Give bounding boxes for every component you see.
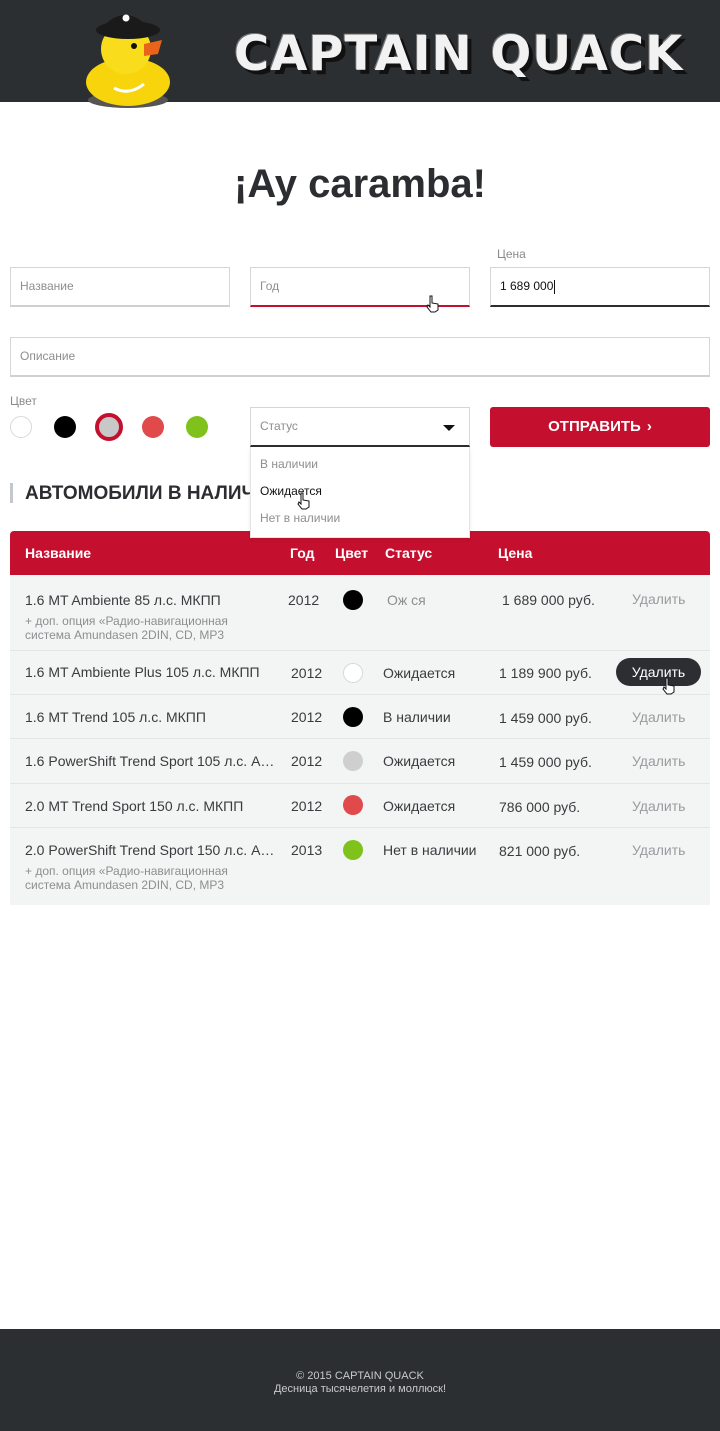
column-header-name[interactable]: Название: [25, 545, 91, 561]
car-color-dot: [343, 707, 363, 727]
duck-mascot-icon: [86, 14, 170, 108]
car-price: 1 459 000 руб.: [499, 754, 592, 770]
price-value: 1 689 000: [500, 279, 554, 293]
color-swatch-green[interactable]: [186, 416, 208, 438]
car-status: Ожидается: [383, 753, 456, 769]
hand-cursor-icon: [297, 492, 310, 510]
car-price: 821 000 руб.: [499, 843, 581, 859]
delete-button[interactable]: Удалить: [632, 753, 685, 769]
column-header-status[interactable]: Статус: [385, 545, 432, 561]
status-select[interactable]: Статус: [250, 407, 470, 447]
car-status: Ожидается: [383, 798, 456, 814]
color-swatch-white[interactable]: [10, 416, 32, 438]
car-price: 1 189 900 руб.: [499, 665, 592, 681]
table-row: 1.6 PowerShift Trend Sport 105 л.с. АКПП…: [10, 739, 710, 784]
delete-button[interactable]: Удалить: [632, 591, 685, 607]
page-title: ¡Ay caramba!: [234, 162, 486, 206]
column-header-color[interactable]: Цвет: [335, 545, 368, 561]
car-name: 1.6 PowerShift Trend Sport 105 л.с. АКПП: [25, 753, 282, 769]
column-header-price[interactable]: Цена: [498, 545, 532, 561]
description-field[interactable]: Описание: [10, 337, 710, 377]
site-footer: © 2015 CAPTAIN QUACK Десница тысячелетия…: [0, 1329, 720, 1431]
status-dropdown: В наличии Ожидается Нет в наличии: [250, 447, 470, 538]
car-year: 2012: [291, 665, 323, 681]
price-label: Цена: [497, 247, 526, 261]
car-status: Ожидается: [383, 665, 456, 681]
logo[interactable]: CAPTAIN QUACK: [84, 4, 682, 110]
car-option-note: + доп. опция «Радио-навигационная систем…: [25, 864, 228, 892]
column-header-year[interactable]: Год: [290, 545, 315, 561]
submit-button[interactable]: ОТПРАВИТЬ ›: [490, 407, 710, 447]
delete-button[interactable]: Удалить: [632, 842, 685, 858]
status-option-unavailable[interactable]: Нет в наличии: [260, 511, 340, 525]
car-name: 1.6 MT Ambiente Plus 105 л.с. МКПП: [25, 664, 260, 680]
table-row: 2.0 MT Trend Sport 150 л.с. МКПП 2012 Ож…: [10, 784, 710, 828]
car-status: Ож ся: [387, 592, 426, 608]
car-year: 2012: [288, 592, 320, 608]
status-option-expected[interactable]: Ожидается: [260, 484, 322, 498]
hand-cursor-icon: [426, 295, 439, 313]
color-swatch-gray-selected[interactable]: [95, 413, 123, 441]
color-swatch-black[interactable]: [54, 416, 76, 438]
color-swatch-red[interactable]: [142, 416, 164, 438]
site-header: CAPTAIN QUACK: [0, 0, 720, 108]
car-name: 2.0 MT Trend Sport 150 л.с. МКПП: [25, 798, 244, 814]
table-row: 1.6 MT Ambiente Plus 105 л.с. МКПП 2012 …: [10, 651, 710, 695]
delete-button[interactable]: Удалить: [632, 798, 685, 814]
car-year: 2012: [291, 798, 323, 814]
car-name: 2.0 PowerShift Trend Sport 150 л.с. АКПП: [25, 842, 282, 858]
car-status: В наличии: [383, 709, 451, 725]
table-row: 1.6 MT Trend 105 л.с. МКПП 2012 В наличи…: [10, 695, 710, 739]
section-title: АВТОМОБИЛИ В НАЛИЧ: [10, 483, 255, 504]
car-option-note: + доп. опция «Радио-навигационная систем…: [25, 614, 228, 642]
car-price: 1 459 000 руб.: [499, 710, 592, 726]
table-row: 2.0 PowerShift Trend Sport 150 л.с. АКПП…: [10, 828, 710, 905]
car-color-dot: [343, 751, 363, 771]
car-color-dot: [343, 663, 363, 683]
car-year: 2012: [291, 753, 323, 769]
car-status: Нет в наличии: [383, 842, 477, 858]
logo-wordmark: CAPTAIN QUACK: [234, 26, 684, 82]
car-color-dot: [343, 840, 363, 860]
footer-copyright: © 2015 CAPTAIN QUACK: [296, 1370, 424, 1382]
car-name: 1.6 MT Ambiente 85 л.с. МКПП: [25, 592, 221, 608]
color-label: Цвет: [10, 394, 37, 408]
chevron-right-icon: ›: [646, 418, 652, 435]
car-price: 786 000 руб.: [499, 799, 581, 815]
table-row: 1.6 MT Ambiente 85 л.с. МКПП + доп. опци…: [10, 575, 710, 651]
status-option-available[interactable]: В наличии: [260, 457, 318, 471]
submit-label: ОТПРАВИТЬ: [548, 418, 641, 435]
name-field[interactable]: Название: [10, 267, 230, 307]
status-select-placeholder: Статус: [260, 419, 298, 433]
hand-cursor-icon: [662, 677, 675, 695]
footer-tagline: Десница тысячелетия и моллюск!: [273, 1383, 447, 1395]
text-caret: [554, 279, 556, 294]
car-year: 2013: [291, 842, 323, 858]
cars-table: Название Год Цвет Статус Цена 1.6 MT Amb…: [10, 531, 710, 905]
delete-button[interactable]: Удалить: [632, 709, 685, 725]
car-color-dot: [343, 795, 363, 815]
caret-down-icon: [443, 425, 455, 431]
price-field[interactable]: 1 689 000: [490, 267, 710, 307]
car-name: 1.6 MT Trend 105 л.с. МКПП: [25, 709, 206, 725]
car-year: 2012: [291, 709, 323, 725]
delete-button-hover[interactable]: Удалить: [616, 658, 701, 686]
car-color-dot: [343, 590, 363, 610]
car-price: 1 689 000 руб.: [502, 592, 595, 608]
